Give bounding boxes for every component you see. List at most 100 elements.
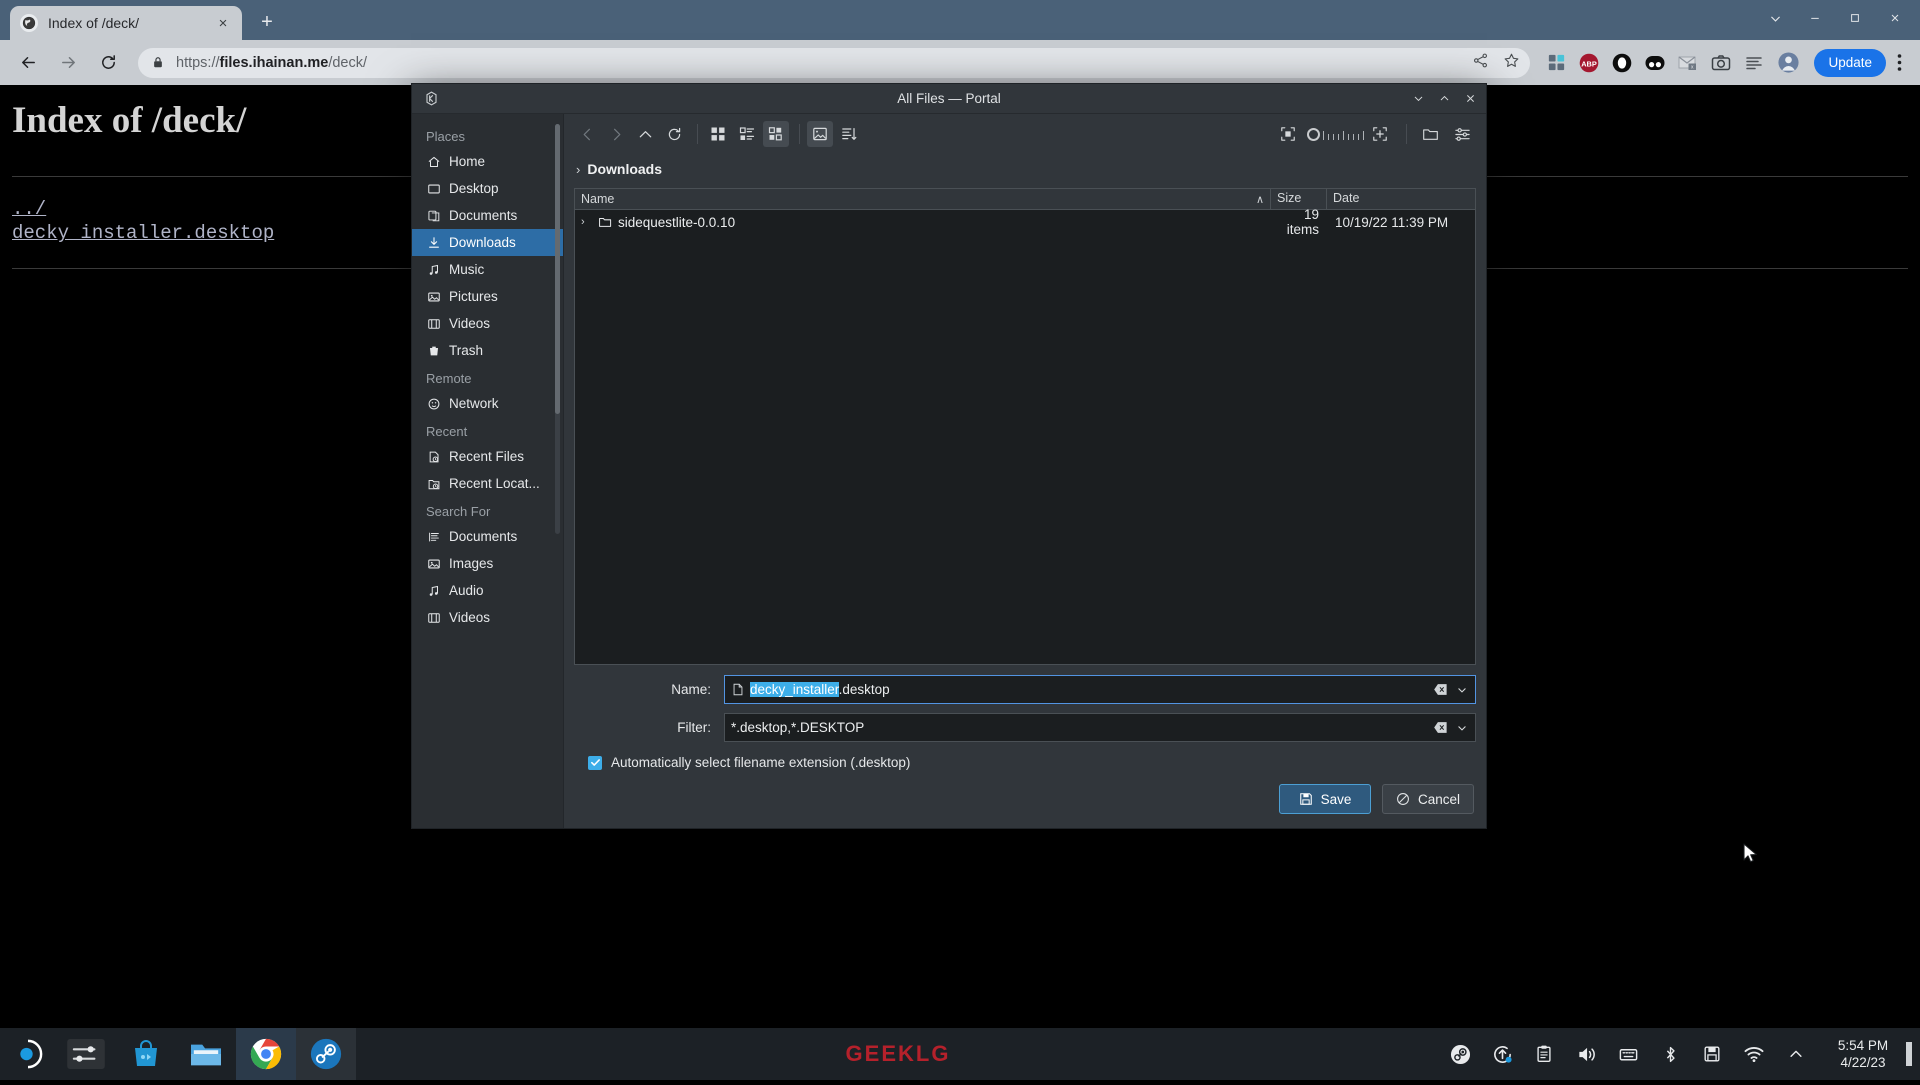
avatar-icon[interactable] [1772,47,1804,79]
taskbar-app-system-settings[interactable] [56,1028,116,1080]
taskbar-app-discover-store[interactable] [116,1028,176,1080]
sidebar-item-home[interactable]: Home [412,148,563,175]
sort-icon[interactable] [836,121,862,147]
mail-icon[interactable]: x [1674,49,1702,77]
taskbar-clock[interactable]: 5:54 PM 4/22/23 [1822,1028,1904,1080]
bluetooth-icon[interactable] [1650,1028,1690,1080]
dialog-titlebar[interactable]: All Files — Portal [412,84,1486,114]
list-icon[interactable] [1740,49,1768,77]
sidebar-group-places: Places [412,122,563,148]
grid-extension-icon[interactable] [1542,49,1570,77]
name-input[interactable]: decky_installer.desktop [724,675,1476,704]
breadcrumb-current[interactable]: Downloads [587,161,662,177]
forward-arrow-icon[interactable] [603,121,629,147]
clear-icon[interactable] [1432,681,1449,698]
dialog-close-button[interactable] [1458,88,1482,110]
sidebar-item-videos[interactable]: Videos [412,310,563,337]
new-folder-icon[interactable] [1417,121,1443,147]
auto-extension-row[interactable]: Automatically select filename extension … [574,751,1476,770]
browser-tab[interactable]: Index of /deck/ × [10,6,242,40]
wifi-icon[interactable] [1734,1028,1774,1080]
kebab-menu-icon[interactable] [1886,47,1912,79]
volume-icon[interactable] [1566,1028,1606,1080]
column-header-date[interactable]: Date [1327,189,1475,209]
share-icon[interactable] [1472,52,1489,74]
dialog-minimize-button[interactable] [1406,88,1430,110]
keyboard-layout-icon[interactable] [1608,1028,1648,1080]
table-row[interactable]: › sidequestlite-0.0.10 19 items 10/19/22… [575,210,1475,234]
minimize-button[interactable] [1796,4,1834,32]
cancel-button[interactable]: Cancel [1382,784,1474,814]
star-icon[interactable] [1503,52,1520,74]
sidebar-item-search-documents[interactable]: Documents [412,523,563,550]
update-tray-icon[interactable] [1482,1028,1522,1080]
taskbar-app-steam[interactable] [296,1028,356,1080]
steamdeck-launcher-icon[interactable] [0,1028,56,1080]
sidebar-item-search-images[interactable]: Images [412,550,563,577]
maximize-button[interactable] [1836,4,1874,32]
options-icon[interactable] [1449,121,1475,147]
close-button[interactable] [1876,4,1914,32]
show-desktop-icon[interactable] [1904,1028,1920,1080]
auto-extension-checkbox[interactable] [588,756,602,770]
sidebar-scrollbar[interactable] [555,124,560,534]
column-header-size[interactable]: Size [1271,189,1327,209]
sidebar-item-pictures[interactable]: Pictures [412,283,563,310]
address-bar[interactable]: https://files.ihainan.me/deck/ [138,48,1530,78]
abp-icon[interactable]: ABP [1575,49,1603,77]
sidebar-item-downloads[interactable]: Downloads [412,229,563,256]
taskbar-app-file-manager[interactable] [176,1028,236,1080]
update-button[interactable]: Update [1814,49,1886,77]
new-tab-button[interactable]: + [256,11,278,33]
opera-icon[interactable] [1608,49,1636,77]
home-icon [426,154,441,169]
disk-icon[interactable] [1692,1028,1732,1080]
clipboard-icon[interactable] [1524,1028,1564,1080]
filter-input[interactable]: *.desktop,*.DESKTOP [724,713,1476,742]
zoom-out-icon[interactable] [1275,121,1301,147]
dialog-maximize-button[interactable] [1432,88,1456,110]
breadcrumb[interactable]: › Downloads [564,154,1486,184]
column-header-name[interactable]: Name ∧ [575,189,1271,209]
tray-expand-icon[interactable] [1776,1028,1816,1080]
icon-view-icon[interactable] [705,121,731,147]
filter-input-actions [1432,719,1473,736]
sidebar-item-recent-locations[interactable]: Recent Locat... [412,470,563,497]
steam-tray-icon[interactable] [1440,1028,1480,1080]
zoom-slider[interactable] [1307,128,1364,141]
close-icon[interactable]: × [214,14,232,32]
zoom-slider-handle[interactable] [1307,128,1320,141]
up-arrow-icon[interactable] [632,121,658,147]
sidebar-item-trash[interactable]: Trash [412,337,563,364]
camera-icon[interactable] [1707,49,1735,77]
chevron-down-icon[interactable] [1453,719,1470,736]
forward-arrow-icon[interactable] [52,47,84,79]
file-name-cell[interactable]: › sidequestlite-0.0.10 [575,215,1271,230]
detail-view-icon[interactable] [763,121,789,147]
sidebar-item-network[interactable]: Network [412,390,563,417]
expand-arrow-icon[interactable]: › [581,216,591,228]
reload-icon[interactable] [661,121,687,147]
sidebar-scrollbar-thumb[interactable] [555,124,560,414]
compact-view-icon[interactable] [734,121,760,147]
reload-icon[interactable] [92,47,124,79]
places-sidebar[interactable]: Places Home Desktop Documents [412,114,564,828]
sidebar-item-documents[interactable]: Documents [412,202,563,229]
taskbar-app-google-chrome[interactable] [236,1028,296,1080]
clear-icon[interactable] [1432,719,1449,736]
sidebar-item-music[interactable]: Music [412,256,563,283]
chevron-down-icon[interactable] [1453,681,1470,698]
chevron-down-icon[interactable] [1756,4,1794,32]
sidebar-item-search-audio[interactable]: Audio [412,577,563,604]
sidebar-item-recent-files[interactable]: Recent Files [412,443,563,470]
file-dialog-toolbar [564,114,1486,154]
preview-toggle-icon[interactable] [807,121,833,147]
sidebar-item-desktop[interactable]: Desktop [412,175,563,202]
back-arrow-icon[interactable] [574,121,600,147]
save-button[interactable]: Save [1279,784,1371,814]
zoom-in-icon[interactable] [1367,121,1393,147]
sidebar-item-search-videos[interactable]: Videos [412,604,563,631]
file-list[interactable]: Name ∧ Size Date › sidequestlite-0.0.10 … [574,188,1476,665]
dual-circle-icon[interactable] [1641,49,1669,77]
back-arrow-icon[interactable] [12,47,44,79]
